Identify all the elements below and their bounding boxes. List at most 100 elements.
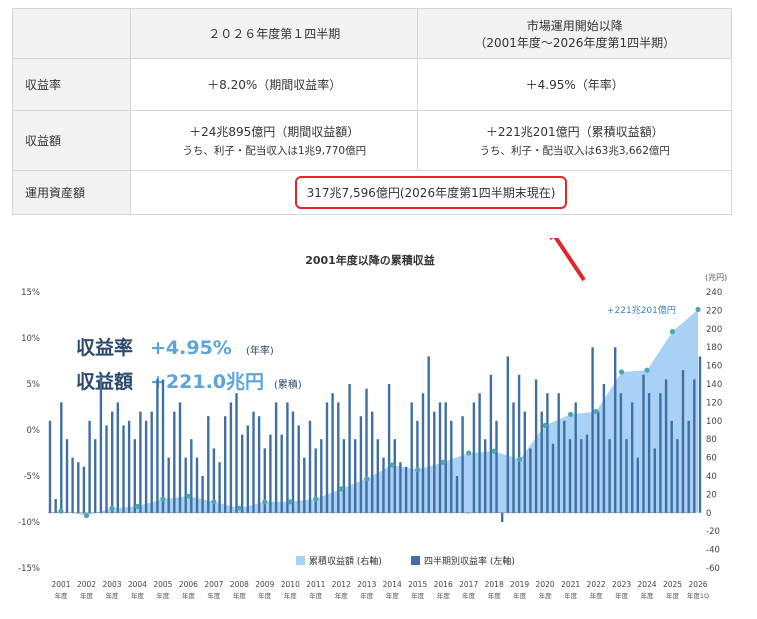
x-axis-year-sublabel: 年度 [131,591,145,600]
x-axis-year-sublabel: 年度 [590,591,604,600]
cumulative-point [644,367,650,373]
quarterly-return-bar [636,457,639,513]
quarterly-return-bar [393,439,396,513]
quarterly-return-bar [122,425,125,513]
left-axis-tick-label: 0% [27,426,41,436]
quarterly-return-bar [585,434,589,513]
x-axis-year-label: 2001 [51,580,70,589]
headline-rate-unit: (年率) [246,344,274,357]
row-label-return-rate: 収益率 [12,58,131,111]
quarterly-return-bar [184,457,187,513]
quarterly-return-bar [461,416,464,513]
x-axis-year-label: 2025 [663,580,682,589]
quarterly-return-bar [444,402,447,513]
quarterly-return-bar [286,402,289,513]
x-axis-year-sublabel: 年度 [233,591,247,600]
x-axis-year-label: 2015 [408,580,427,589]
highlight-arrow [548,238,586,282]
quarterly-return-bar [659,393,662,513]
quarterly-return-bar [71,457,74,513]
right-axis-tick-label: -20 [706,527,720,537]
quarterly-return-bar [489,374,493,513]
x-axis-year-sublabel: 年度 [488,591,502,600]
right-axis-tick-label: 100 [706,417,722,427]
quarterly-return-bar [320,439,323,513]
column-header-since-start-line1: 市場運用開始以降 [526,18,623,33]
x-axis-year-sublabel: 年度 [615,591,629,600]
left-axis-tick-label: 15% [21,288,40,298]
quarterly-return-bar [60,402,63,513]
cumulative-point [695,306,701,313]
quarterly-return-bar [404,466,408,513]
cumulative-point [669,329,676,335]
return-rate-annual: ＋4.95%（年率） [417,58,732,111]
right-axis-tick-label: 20 [706,490,717,500]
chart-title: 2001年度以降の累積収益 [305,253,435,267]
quarterly-return-bar [139,411,142,513]
cumulative-point [568,411,574,417]
quarterly-return-bar [133,439,136,513]
quarterly-return-bar [568,439,572,513]
quarterly-return-bar [218,462,221,513]
quarterly-return-bar [472,402,476,513]
assets-value-cell: 317兆7,596億円(2026年度第1四半期末現在) [130,170,732,215]
right-axis-tick-label: 220 [706,306,722,316]
return-amount-cumulative-sub: うち、利子・配当収入は63兆3,662億円 [479,145,670,157]
x-axis-year-label: 2011 [306,580,325,589]
quarterly-return-bar [670,420,673,513]
quarterly-return-bar [517,374,521,513]
quarterly-return-bar [48,420,52,513]
x-axis-year-sublabel: 年度 [513,591,527,600]
x-axis-year-label: 2007 [204,580,223,589]
quarterly-return-bar [433,411,436,513]
quarterly-return-bar [495,420,498,513]
quarterly-return-bar [342,439,346,513]
quarterly-return-bar [529,448,532,513]
x-axis-year-label: 2024 [637,580,656,589]
column-header-since-start-line2: （2001年度～2026年度第1四半期） [474,35,676,50]
quarterly-return-bar [681,370,685,513]
x-axis-year-label: 2018 [485,580,504,589]
quarterly-return-bar [506,356,509,513]
cumulative-point [313,496,319,502]
left-axis-tick-label: -10% [18,518,40,528]
quarterly-return-bar [314,448,317,513]
x-axis-year-label: 2017 [459,580,478,589]
x-axis-year-label: 2020 [536,580,555,589]
quarterly-return-bar [280,434,283,513]
quarterly-return-bar [65,439,69,513]
quarterly-return-bar [478,393,481,513]
quarterly-return-bar [676,439,679,513]
quarterly-return-bar [325,402,329,513]
x-axis-year-sublabel: 年度 [360,591,374,600]
x-axis-year-sublabel: 年度 [182,591,196,600]
quarterly-return-bar [387,384,391,513]
x-axis-year-sublabel: 年度 [55,591,69,600]
quarterly-return-bar [127,420,131,513]
x-axis-year-label: 2021 [561,580,580,589]
quarterly-return-bar [337,402,340,513]
row-label-return-amount: 収益額 [12,110,131,171]
x-axis-year-sublabel: 年度 [284,591,298,600]
quarterly-return-bar [297,425,300,513]
cumulative-point [160,496,166,502]
quarterly-return-bar [664,379,668,513]
legend-bar-label: 四半期別収益率 (左軸) [424,555,515,567]
cumulative-point [262,499,268,505]
quarterly-return-bar [274,402,278,513]
cumulative-point [109,505,115,511]
quarterly-return-bar [359,416,363,513]
quarterly-return-bar [111,411,114,513]
return-amount-cumulative: ＋221兆201億円（累積収益額） うち、利子・配当収入は63兆3,662億円 [417,110,732,171]
quarterly-return-bar [580,439,583,513]
quarterly-return-bar [348,384,351,513]
headline-amount-value: +221.0兆円 [150,371,264,393]
quarterly-return-bar [546,393,549,513]
quarterly-return-bar [82,466,86,513]
x-axis-year-label: 2002 [77,580,96,589]
plot-area [48,306,702,522]
cumulative-point [542,422,548,428]
cumulative-point [134,503,140,509]
x-axis-year-label: 2013 [357,580,376,589]
x-axis-year-label: 2010 [281,580,300,589]
